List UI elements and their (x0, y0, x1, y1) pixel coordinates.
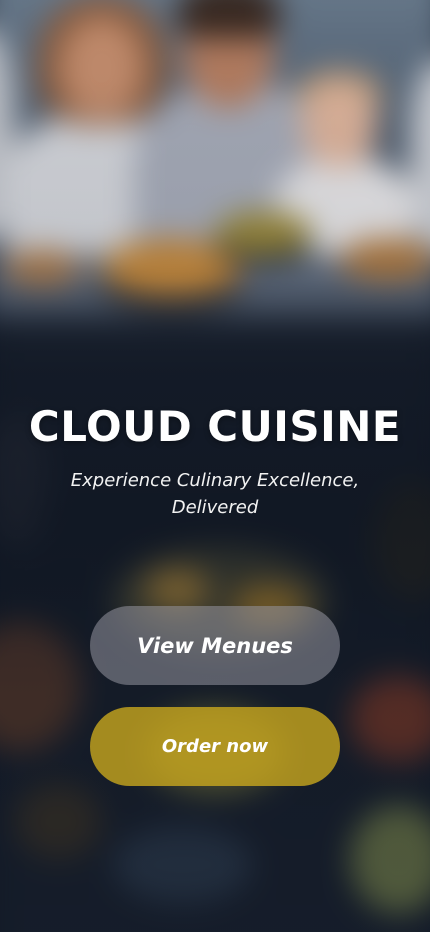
view-menus-button[interactable]: View Menues (90, 606, 340, 685)
app-title: CLOUD CUISINE (28, 402, 402, 451)
app-tagline: Experience Culinary Excellence, Delivere… (70, 470, 360, 518)
order-now-button[interactable]: Order now (90, 707, 340, 786)
view-menus-label: View Menues (137, 633, 293, 658)
order-now-label: Order now (161, 736, 269, 757)
landing-screen: CLOUD CUISINE Experience Culinary Excell… (0, 0, 430, 932)
hero-content: CLOUD CUISINE Experience Culinary Excell… (0, 0, 430, 932)
